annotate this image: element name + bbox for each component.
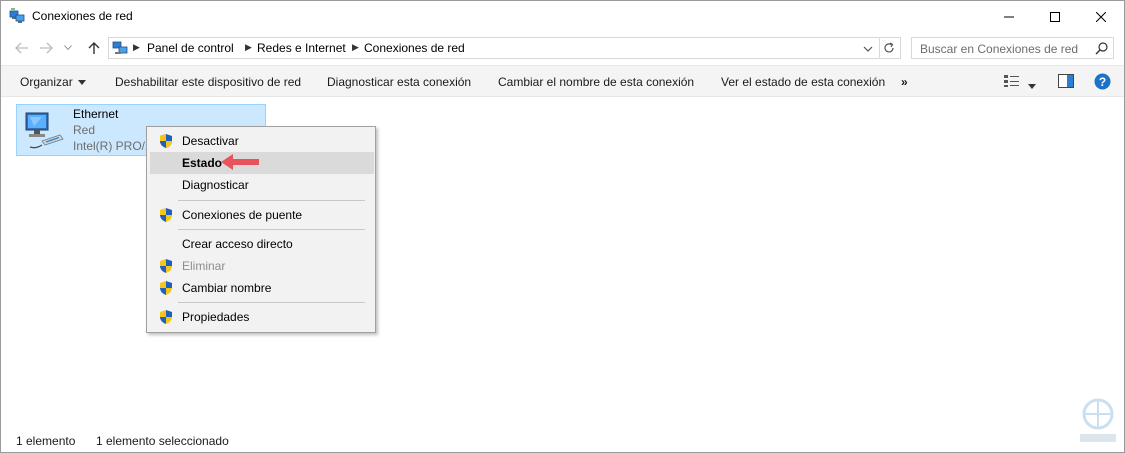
forward-arrow-icon — [40, 42, 53, 54]
preview-pane-icon[interactable] — [1058, 74, 1074, 91]
menu-item-label: Estado — [182, 156, 223, 170]
menu-separator — [178, 302, 365, 303]
up-arrow-icon — [88, 42, 100, 54]
svg-text:?: ? — [1099, 75, 1106, 89]
view-status-button[interactable]: Ver el estado de esta conexión — [721, 75, 885, 89]
minimize-button[interactable] — [986, 1, 1032, 32]
diagnose-connection-button[interactable]: Diagnosticar esta conexión — [327, 75, 471, 89]
menu-item-eliminar: Eliminar — [150, 255, 374, 277]
menu-item-label: Propiedades — [182, 310, 250, 324]
address-divider — [879, 38, 880, 58]
breadcrumb-control-panel[interactable]: Panel de control — [147, 41, 234, 55]
menu-item-desactivar[interactable]: Desactivar — [150, 130, 374, 152]
menu-separator — [178, 200, 365, 201]
change-view-icon[interactable] — [1004, 74, 1020, 91]
more-commands-button[interactable]: » — [901, 75, 908, 89]
menu-item-propiedades[interactable]: Propiedades — [150, 306, 374, 328]
search-placeholder[interactable]: Buscar en Conexiones de red — [920, 42, 1078, 56]
breadcrumb-separator[interactable]: ▶ — [352, 42, 359, 53]
rename-connection-button[interactable]: Cambiar el nombre de esta conexión — [498, 75, 694, 89]
caret-down-icon — [77, 80, 86, 86]
back-button[interactable] — [13, 39, 31, 57]
back-arrow-icon — [15, 42, 28, 54]
refresh-icon[interactable] — [882, 41, 896, 55]
uac-shield-icon — [158, 309, 174, 325]
breadcrumb-separator[interactable]: ▶ — [133, 42, 140, 53]
selected-count: 1 elemento seleccionado — [96, 434, 229, 448]
minimize-icon — [1004, 16, 1014, 17]
menu-item-label: Cambiar nombre — [182, 281, 272, 295]
search-icon[interactable] — [1095, 42, 1108, 55]
menu-separator — [178, 229, 365, 230]
uac-shield-icon — [158, 258, 174, 274]
forward-button[interactable] — [37, 39, 55, 57]
command-bar: Organizar Deshabilitar este dispositivo … — [1, 65, 1124, 97]
control-panel-icon — [112, 40, 128, 56]
menu-item-estado[interactable]: Estado — [150, 152, 374, 174]
connection-adapter: Intel(R) PRO/1 — [73, 139, 152, 153]
item-count: 1 elemento — [16, 434, 76, 448]
organize-label: Organizar — [20, 75, 73, 89]
connection-status: Red — [73, 123, 96, 137]
context-menu: Desactivar Estado Diagnosticar Conexione… — [146, 126, 376, 333]
annotation-arrow-icon — [221, 154, 259, 170]
address-bar[interactable]: ▶ Panel de control ▶ Redes e Internet ▶ … — [108, 37, 901, 59]
status-bar: 1 elemento 1 elemento seleccionado — [1, 428, 1124, 452]
network-adapter-icon — [22, 109, 66, 153]
maximize-icon — [1050, 11, 1060, 22]
organize-button[interactable]: Organizar — [20, 75, 86, 89]
connection-name: Ethernet — [73, 107, 119, 121]
menu-item-label: Eliminar — [182, 259, 226, 273]
menu-item-conexiones-de-puente[interactable]: Conexiones de puente — [150, 204, 374, 226]
address-dropdown-icon[interactable] — [862, 43, 874, 55]
uac-shield-icon — [158, 133, 174, 149]
menu-item-label: Conexiones de puente — [182, 208, 303, 222]
title-bar[interactable]: Conexiones de red — [1, 1, 1124, 33]
up-button[interactable] — [85, 39, 103, 57]
menu-item-cambiar-nombre[interactable]: Cambiar nombre — [150, 277, 374, 299]
chevron-down-icon — [64, 45, 72, 51]
menu-item-label: Diagnosticar — [182, 178, 249, 192]
menu-item-diagnosticar[interactable]: Diagnosticar — [150, 174, 374, 196]
menu-item-label: Crear acceso directo — [182, 237, 293, 251]
breadcrumb-separator[interactable]: ▶ — [245, 42, 252, 53]
view-options-dropdown-icon[interactable] — [1028, 78, 1036, 92]
search-box[interactable]: Buscar en Conexiones de red — [911, 37, 1114, 59]
window-title: Conexiones de red — [32, 9, 133, 23]
uac-shield-icon — [158, 207, 174, 223]
help-icon[interactable]: ? — [1094, 73, 1111, 93]
breadcrumb-network-internet[interactable]: Redes e Internet — [257, 41, 346, 55]
breadcrumb-network-connections[interactable]: Conexiones de red — [364, 41, 465, 55]
navigation-bar: ▶ Panel de control ▶ Redes e Internet ▶ … — [1, 33, 1124, 63]
recent-locations-button[interactable] — [59, 39, 77, 57]
watermark-logo-icon — [1080, 398, 1116, 442]
disable-device-button[interactable]: Deshabilitar este dispositivo de red — [115, 75, 301, 89]
explorer-window: Conexiones de red ▶ Panel de control ▶ R… — [0, 0, 1125, 453]
menu-item-crear-acceso-directo[interactable]: Crear acceso directo — [150, 233, 374, 255]
uac-shield-icon — [158, 280, 174, 296]
maximize-button[interactable] — [1032, 1, 1078, 32]
close-icon — [1096, 11, 1106, 22]
network-connections-icon — [9, 8, 25, 24]
menu-item-label: Desactivar — [182, 134, 239, 148]
close-button[interactable] — [1078, 1, 1124, 32]
